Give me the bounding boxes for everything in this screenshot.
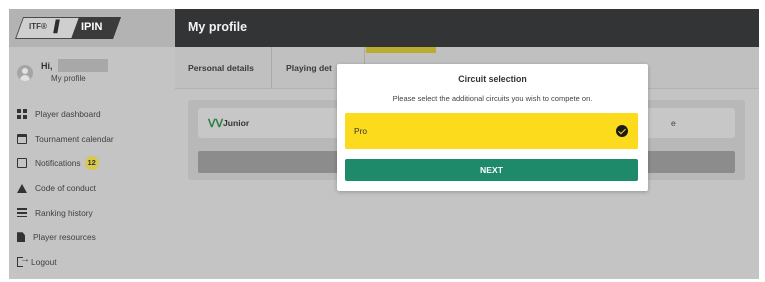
sidebar-item-player-resources[interactable]: Player resources bbox=[17, 225, 172, 250]
file-icon bbox=[17, 232, 25, 243]
avatar bbox=[17, 65, 33, 81]
dashboard-icon bbox=[17, 109, 27, 120]
sidebar-item-label: Code of conduct bbox=[35, 183, 96, 194]
sidebar-nav: Player dashboard Tournament calendar Not… bbox=[17, 102, 172, 274]
modal-title: Circuit selection bbox=[458, 74, 527, 84]
sidebar-item-label: Player dashboard bbox=[35, 109, 101, 120]
circuit-option-pro[interactable]: Pro bbox=[345, 113, 638, 149]
logo-ipin-text: IPIN bbox=[81, 21, 103, 33]
logo-bar: ITF® // IPIN bbox=[9, 9, 175, 47]
circuit-card-label: Junior bbox=[223, 118, 250, 128]
circuit-card-tail-text: e bbox=[671, 118, 676, 128]
greeting: Hi, bbox=[41, 61, 53, 71]
itf-ipin-logo[interactable]: ITF® // IPIN bbox=[14, 17, 122, 39]
active-tab-indicator bbox=[366, 47, 436, 53]
logout-icon bbox=[17, 254, 30, 267]
logo-itf-text: ITF® bbox=[29, 22, 47, 31]
next-button[interactable]: NEXT bbox=[345, 159, 638, 181]
list-icon bbox=[17, 208, 27, 218]
sidebar-item-player-dashboard[interactable]: Player dashboard bbox=[17, 102, 172, 127]
sidebar: ITF® // IPIN Hi, My profile Player dashb… bbox=[9, 9, 175, 279]
user-block: Hi, My profile bbox=[17, 59, 167, 89]
modal-subtitle: Please select the additional circuits yo… bbox=[392, 94, 593, 103]
check-circle-icon bbox=[616, 125, 628, 137]
sidebar-item-logout[interactable]: Logout bbox=[17, 250, 172, 275]
my-profile-link[interactable]: My profile bbox=[51, 74, 86, 83]
sidebar-item-notifications[interactable]: Notifications 12 bbox=[17, 151, 172, 176]
circuit-selection-modal: Circuit selection Please select the addi… bbox=[337, 64, 648, 191]
sidebar-item-label: Logout bbox=[31, 256, 57, 267]
junior-circuit-icon: ᐯᐯ bbox=[208, 118, 224, 130]
logo-slashes: // bbox=[53, 17, 60, 37]
sidebar-item-code-of-conduct[interactable]: Code of conduct bbox=[17, 176, 172, 201]
tab-personal-details[interactable]: Personal details bbox=[175, 47, 272, 89]
page-header: My profile bbox=[175, 9, 759, 47]
sidebar-item-tournament-calendar[interactable]: Tournament calendar bbox=[17, 127, 172, 152]
page-title: My profile bbox=[188, 20, 248, 34]
sidebar-item-label: Player resources bbox=[33, 232, 96, 243]
calendar-icon bbox=[17, 133, 27, 144]
warning-icon bbox=[17, 183, 27, 193]
notifications-icon bbox=[17, 158, 27, 169]
notification-count-badge: 12 bbox=[84, 156, 99, 171]
sidebar-item-label: Notifications bbox=[35, 158, 81, 169]
redacted-username bbox=[58, 59, 108, 72]
sidebar-item-label: Tournament calendar bbox=[35, 133, 114, 144]
sidebar-item-ranking-history[interactable]: Ranking history bbox=[17, 200, 172, 225]
sidebar-item-label: Ranking history bbox=[35, 207, 93, 218]
circuit-option-label: Pro bbox=[354, 126, 368, 136]
